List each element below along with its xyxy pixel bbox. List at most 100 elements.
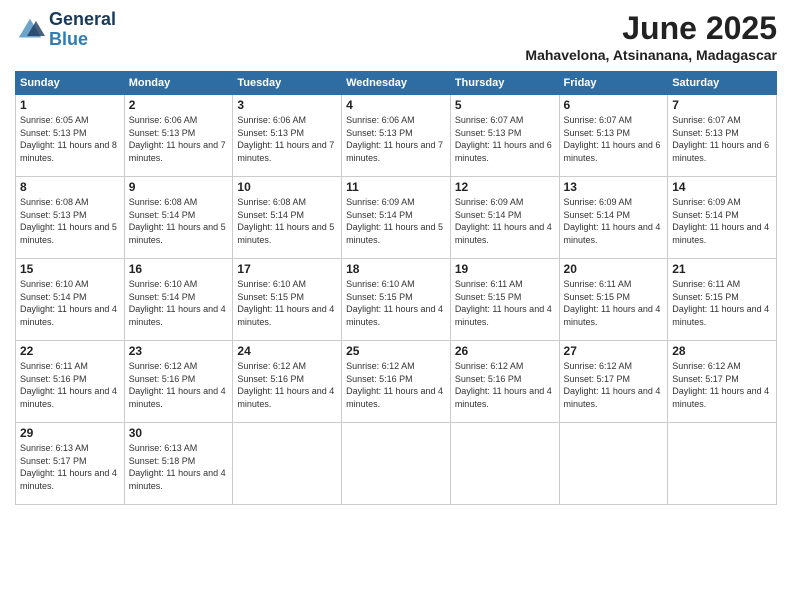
- day-number: 26: [455, 344, 555, 358]
- calendar-cell: [233, 423, 342, 505]
- day-number: 17: [237, 262, 337, 276]
- day-info: Sunrise: 6:11 AMSunset: 5:16 PMDaylight:…: [20, 360, 120, 410]
- calendar-cell: [342, 423, 451, 505]
- week-row-5: 29Sunrise: 6:13 AMSunset: 5:17 PMDayligh…: [16, 423, 777, 505]
- day-number: 10: [237, 180, 337, 194]
- day-info: Sunrise: 6:10 AMSunset: 5:15 PMDaylight:…: [346, 278, 446, 328]
- day-number: 1: [20, 98, 120, 112]
- calendar-cell: 27 Sunrise: 6:12 AMSunset: 5:17 PMDayligh…: [559, 341, 668, 423]
- calendar-table: SundayMondayTuesdayWednesdayThursdayFrid…: [15, 71, 777, 505]
- day-info: Sunrise: 6:11 AMSunset: 5:15 PMDaylight:…: [672, 278, 772, 328]
- calendar-cell: 17 Sunrise: 6:10 AMSunset: 5:15 PMDayligh…: [233, 259, 342, 341]
- day-number: 27: [564, 344, 664, 358]
- calendar-cell: 4 Sunrise: 6:06 AMSunset: 5:13 PMDaylight…: [342, 95, 451, 177]
- day-info: Sunrise: 6:13 AMSunset: 5:18 PMDaylight:…: [129, 442, 229, 492]
- day-info: Sunrise: 6:10 AMSunset: 5:14 PMDaylight:…: [129, 278, 229, 328]
- day-info: Sunrise: 6:13 AMSunset: 5:17 PMDaylight:…: [20, 442, 120, 492]
- day-number: 12: [455, 180, 555, 194]
- calendar-cell: 9Sunrise: 6:08 AMSunset: 5:14 PMDaylight…: [124, 177, 233, 259]
- calendar-cell: 18 Sunrise: 6:10 AMSunset: 5:15 PMDayligh…: [342, 259, 451, 341]
- day-info: Sunrise: 6:07 AMSunset: 5:13 PMDaylight:…: [564, 114, 664, 164]
- calendar-cell: 26 Sunrise: 6:12 AMSunset: 5:16 PMDayligh…: [450, 341, 559, 423]
- week-row-3: 15 Sunrise: 6:10 AMSunset: 5:14 PMDayligh…: [16, 259, 777, 341]
- day-info: Sunrise: 6:06 AMSunset: 5:13 PMDaylight:…: [346, 114, 446, 164]
- calendar-cell: 22 Sunrise: 6:11 AMSunset: 5:16 PMDayligh…: [16, 341, 125, 423]
- day-info: Sunrise: 6:09 AMSunset: 5:14 PMDaylight:…: [455, 196, 555, 246]
- day-info: Sunrise: 6:10 AMSunset: 5:14 PMDaylight:…: [20, 278, 120, 328]
- day-number: 22: [20, 344, 120, 358]
- day-number: 19: [455, 262, 555, 276]
- day-info: Sunrise: 6:05 AMSunset: 5:13 PMDaylight:…: [20, 114, 120, 164]
- logo-text: General Blue: [49, 10, 116, 50]
- calendar-cell: 28 Sunrise: 6:12 AMSunset: 5:17 PMDayligh…: [668, 341, 777, 423]
- day-info: Sunrise: 6:06 AMSunset: 5:13 PMDaylight:…: [237, 114, 337, 164]
- day-info: Sunrise: 6:07 AMSunset: 5:13 PMDaylight:…: [672, 114, 772, 164]
- weekday-header-row: SundayMondayTuesdayWednesdayThursdayFrid…: [16, 72, 777, 95]
- calendar-cell: [450, 423, 559, 505]
- day-number: 16: [129, 262, 229, 276]
- day-number: 14: [672, 180, 772, 194]
- day-info: Sunrise: 6:12 AMSunset: 5:16 PMDaylight:…: [455, 360, 555, 410]
- day-number: 3: [237, 98, 337, 112]
- calendar-cell: 29Sunrise: 6:13 AMSunset: 5:17 PMDayligh…: [16, 423, 125, 505]
- calendar-page: General Blue June 2025 Mahavelona, Atsin…: [0, 0, 792, 612]
- day-info: Sunrise: 6:09 AMSunset: 5:14 PMDaylight:…: [564, 196, 664, 246]
- weekday-header-thursday: Thursday: [450, 72, 559, 95]
- day-info: Sunrise: 6:08 AMSunset: 5:14 PMDaylight:…: [129, 196, 229, 246]
- day-number: 18: [346, 262, 446, 276]
- weekday-header-tuesday: Tuesday: [233, 72, 342, 95]
- day-number: 30: [129, 426, 229, 440]
- calendar-cell: 19 Sunrise: 6:11 AMSunset: 5:15 PMDayligh…: [450, 259, 559, 341]
- calendar-cell: 15 Sunrise: 6:10 AMSunset: 5:14 PMDayligh…: [16, 259, 125, 341]
- day-number: 23: [129, 344, 229, 358]
- calendar-cell: 24Sunrise: 6:12 AMSunset: 5:16 PMDayligh…: [233, 341, 342, 423]
- week-row-4: 22 Sunrise: 6:11 AMSunset: 5:16 PMDayligh…: [16, 341, 777, 423]
- day-info: Sunrise: 6:11 AMSunset: 5:15 PMDaylight:…: [455, 278, 555, 328]
- calendar-cell: 3 Sunrise: 6:06 AMSunset: 5:13 PMDaylight…: [233, 95, 342, 177]
- day-info: Sunrise: 6:09 AMSunset: 5:14 PMDaylight:…: [672, 196, 772, 246]
- day-info: Sunrise: 6:12 AMSunset: 5:16 PMDaylight:…: [346, 360, 446, 410]
- day-number: 6: [564, 98, 664, 112]
- calendar-cell: 16 Sunrise: 6:10 AMSunset: 5:14 PMDayligh…: [124, 259, 233, 341]
- page-header: General Blue June 2025 Mahavelona, Atsin…: [15, 10, 777, 63]
- calendar-cell: 5 Sunrise: 6:07 AMSunset: 5:13 PMDaylight…: [450, 95, 559, 177]
- day-number: 4: [346, 98, 446, 112]
- day-number: 25: [346, 344, 446, 358]
- day-number: 7: [672, 98, 772, 112]
- calendar-cell: [668, 423, 777, 505]
- day-number: 8: [20, 180, 120, 194]
- day-number: 11: [346, 180, 446, 194]
- day-number: 21: [672, 262, 772, 276]
- weekday-header-wednesday: Wednesday: [342, 72, 451, 95]
- weekday-header-saturday: Saturday: [668, 72, 777, 95]
- day-info: Sunrise: 6:12 AMSunset: 5:16 PMDaylight:…: [237, 360, 337, 410]
- day-info: Sunrise: 6:10 AMSunset: 5:15 PMDaylight:…: [237, 278, 337, 328]
- day-number: 5: [455, 98, 555, 112]
- title-area: June 2025 Mahavelona, Atsinanana, Madaga…: [525, 10, 777, 63]
- calendar-cell: 25 Sunrise: 6:12 AMSunset: 5:16 PMDayligh…: [342, 341, 451, 423]
- calendar-cell: 23Sunrise: 6:12 AMSunset: 5:16 PMDayligh…: [124, 341, 233, 423]
- calendar-cell: 10Sunrise: 6:08 AMSunset: 5:14 PMDayligh…: [233, 177, 342, 259]
- week-row-1: 1 Sunrise: 6:05 AMSunset: 5:13 PMDaylight…: [16, 95, 777, 177]
- logo: General Blue: [15, 10, 116, 50]
- day-info: Sunrise: 6:12 AMSunset: 5:17 PMDaylight:…: [672, 360, 772, 410]
- weekday-header-monday: Monday: [124, 72, 233, 95]
- day-info: Sunrise: 6:09 AMSunset: 5:14 PMDaylight:…: [346, 196, 446, 246]
- day-info: Sunrise: 6:07 AMSunset: 5:13 PMDaylight:…: [455, 114, 555, 164]
- week-row-2: 8Sunrise: 6:08 AMSunset: 5:13 PMDaylight…: [16, 177, 777, 259]
- weekday-header-friday: Friday: [559, 72, 668, 95]
- day-number: 28: [672, 344, 772, 358]
- month-title: June 2025: [525, 10, 777, 47]
- day-info: Sunrise: 6:12 AMSunset: 5:17 PMDaylight:…: [564, 360, 664, 410]
- calendar-cell: [559, 423, 668, 505]
- calendar-cell: 13Sunrise: 6:09 AMSunset: 5:14 PMDayligh…: [559, 177, 668, 259]
- calendar-cell: 2Sunrise: 6:06 AMSunset: 5:13 PMDaylight…: [124, 95, 233, 177]
- calendar-cell: 20Sunrise: 6:11 AMSunset: 5:15 PMDayligh…: [559, 259, 668, 341]
- calendar-cell: 7 Sunrise: 6:07 AMSunset: 5:13 PMDaylight…: [668, 95, 777, 177]
- location-title: Mahavelona, Atsinanana, Madagascar: [525, 47, 777, 63]
- day-number: 15: [20, 262, 120, 276]
- calendar-cell: 12 Sunrise: 6:09 AMSunset: 5:14 PMDayligh…: [450, 177, 559, 259]
- calendar-cell: 21 Sunrise: 6:11 AMSunset: 5:15 PMDayligh…: [668, 259, 777, 341]
- calendar-cell: 8Sunrise: 6:08 AMSunset: 5:13 PMDaylight…: [16, 177, 125, 259]
- calendar-cell: 6 Sunrise: 6:07 AMSunset: 5:13 PMDaylight…: [559, 95, 668, 177]
